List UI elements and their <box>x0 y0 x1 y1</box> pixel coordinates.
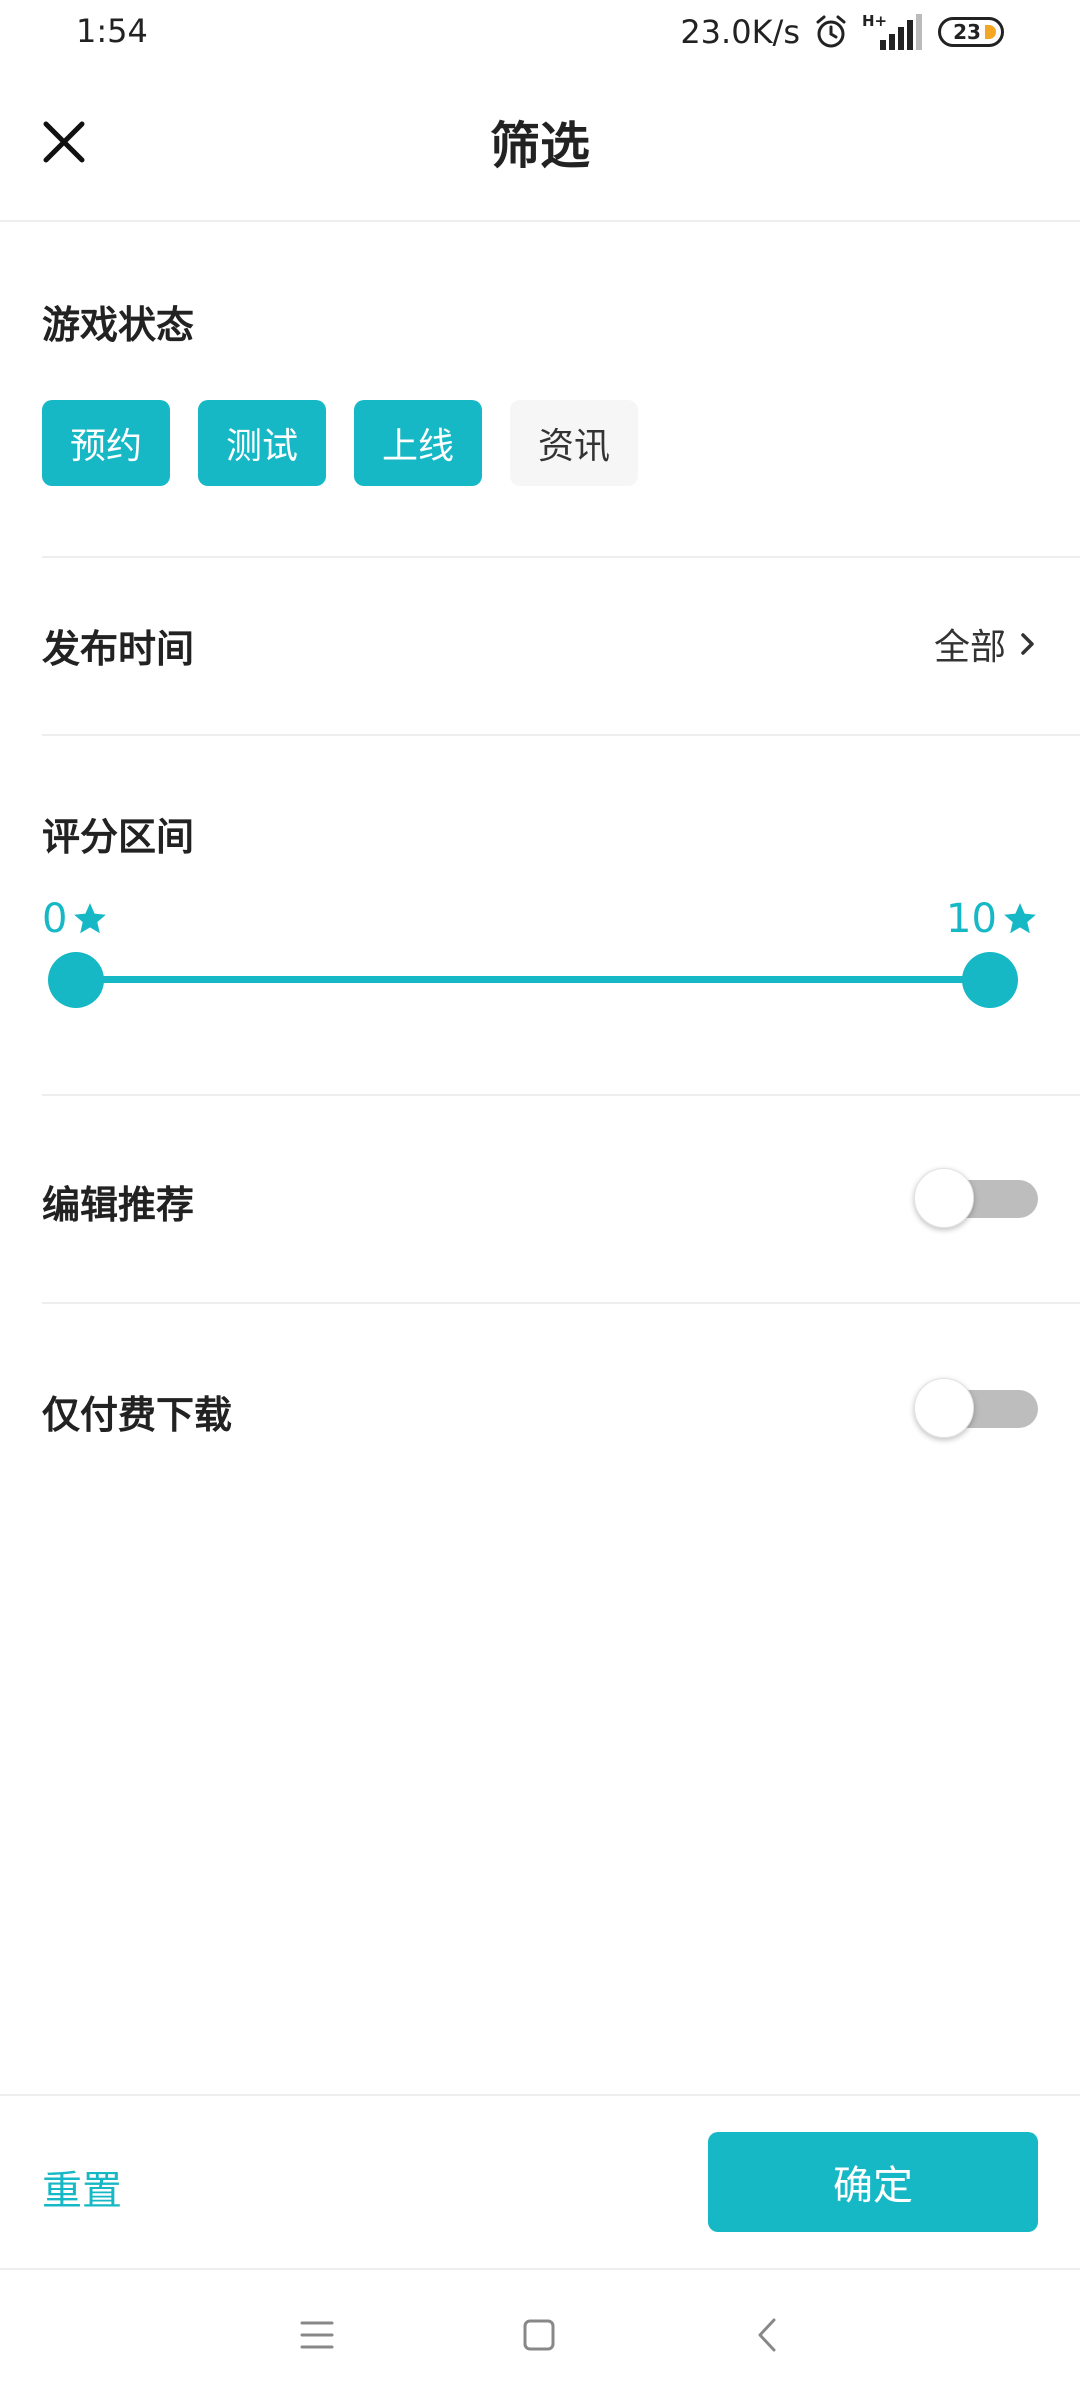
rating-min-value: 0 <box>42 896 68 942</box>
star-icon <box>1004 903 1036 934</box>
status-indicators: 23.0K/s H+ 23 <box>680 10 1004 54</box>
editor-pick-title: 编辑推荐 <box>42 1183 195 1227</box>
battery-icon: 23 <box>938 17 1004 47</box>
divider <box>42 734 1080 736</box>
release-time-title: 发布时间 <box>42 627 195 671</box>
editor-pick-toggle[interactable] <box>914 1168 1038 1228</box>
chip-test[interactable]: 测试 <box>198 400 326 486</box>
alarm-icon <box>816 15 846 48</box>
home-button[interactable] <box>514 2310 564 2360</box>
network-speed: 23.0K/s <box>680 13 800 51</box>
home-icon <box>523 2319 555 2351</box>
release-time-value: 全部 <box>933 627 1006 668</box>
reset-button[interactable]: 重置 <box>42 2158 122 2216</box>
page-title: 筛选 <box>490 117 590 175</box>
back-button[interactable] <box>742 2310 792 2360</box>
chip-online[interactable]: 上线 <box>354 400 482 486</box>
chip-news[interactable]: 资讯 <box>510 400 638 486</box>
rating-slider-track[interactable] <box>76 976 992 983</box>
paid-only-toggle[interactable] <box>914 1378 1038 1438</box>
rating-max-value: 10 <box>946 896 997 942</box>
rating-range-title: 评分区间 <box>42 815 195 859</box>
release-time-selector[interactable]: 全部 <box>934 618 1038 670</box>
system-nav-bar <box>0 2270 1080 2400</box>
chevron-right-icon <box>1021 633 1034 655</box>
rating-min-label: 0 <box>42 896 109 942</box>
star-icon <box>74 903 107 934</box>
toggle-knob <box>914 1168 974 1228</box>
signal-icon: H+ <box>862 14 924 50</box>
rating-slider-min-thumb[interactable] <box>48 952 104 1008</box>
divider <box>42 1094 1080 1096</box>
rating-slider-max-thumb[interactable] <box>962 952 1018 1008</box>
divider <box>42 556 1080 558</box>
status-time: 1:54 <box>76 12 148 50</box>
divider <box>42 1302 1080 1304</box>
battery-level: 23 <box>953 20 981 44</box>
game-status-chips: 预约 测试 上线 资讯 <box>42 400 638 486</box>
menu-button[interactable] <box>292 2310 342 2360</box>
toggle-knob <box>914 1378 974 1438</box>
header: 筛选 <box>0 66 1080 222</box>
back-icon <box>758 2318 776 2352</box>
menu-icon <box>300 2321 334 2349</box>
paid-only-title: 仅付费下载 <box>42 1393 233 1437</box>
status-bar: 1:54 23.0K/s H+ 23 <box>0 0 1080 66</box>
chip-reserve[interactable]: 预约 <box>42 400 170 486</box>
game-status-title: 游戏状态 <box>42 303 195 347</box>
rating-max-label: 10 <box>946 896 1039 942</box>
footer: 重置 确定 <box>0 2094 1080 2270</box>
confirm-button[interactable]: 确定 <box>708 2132 1038 2232</box>
